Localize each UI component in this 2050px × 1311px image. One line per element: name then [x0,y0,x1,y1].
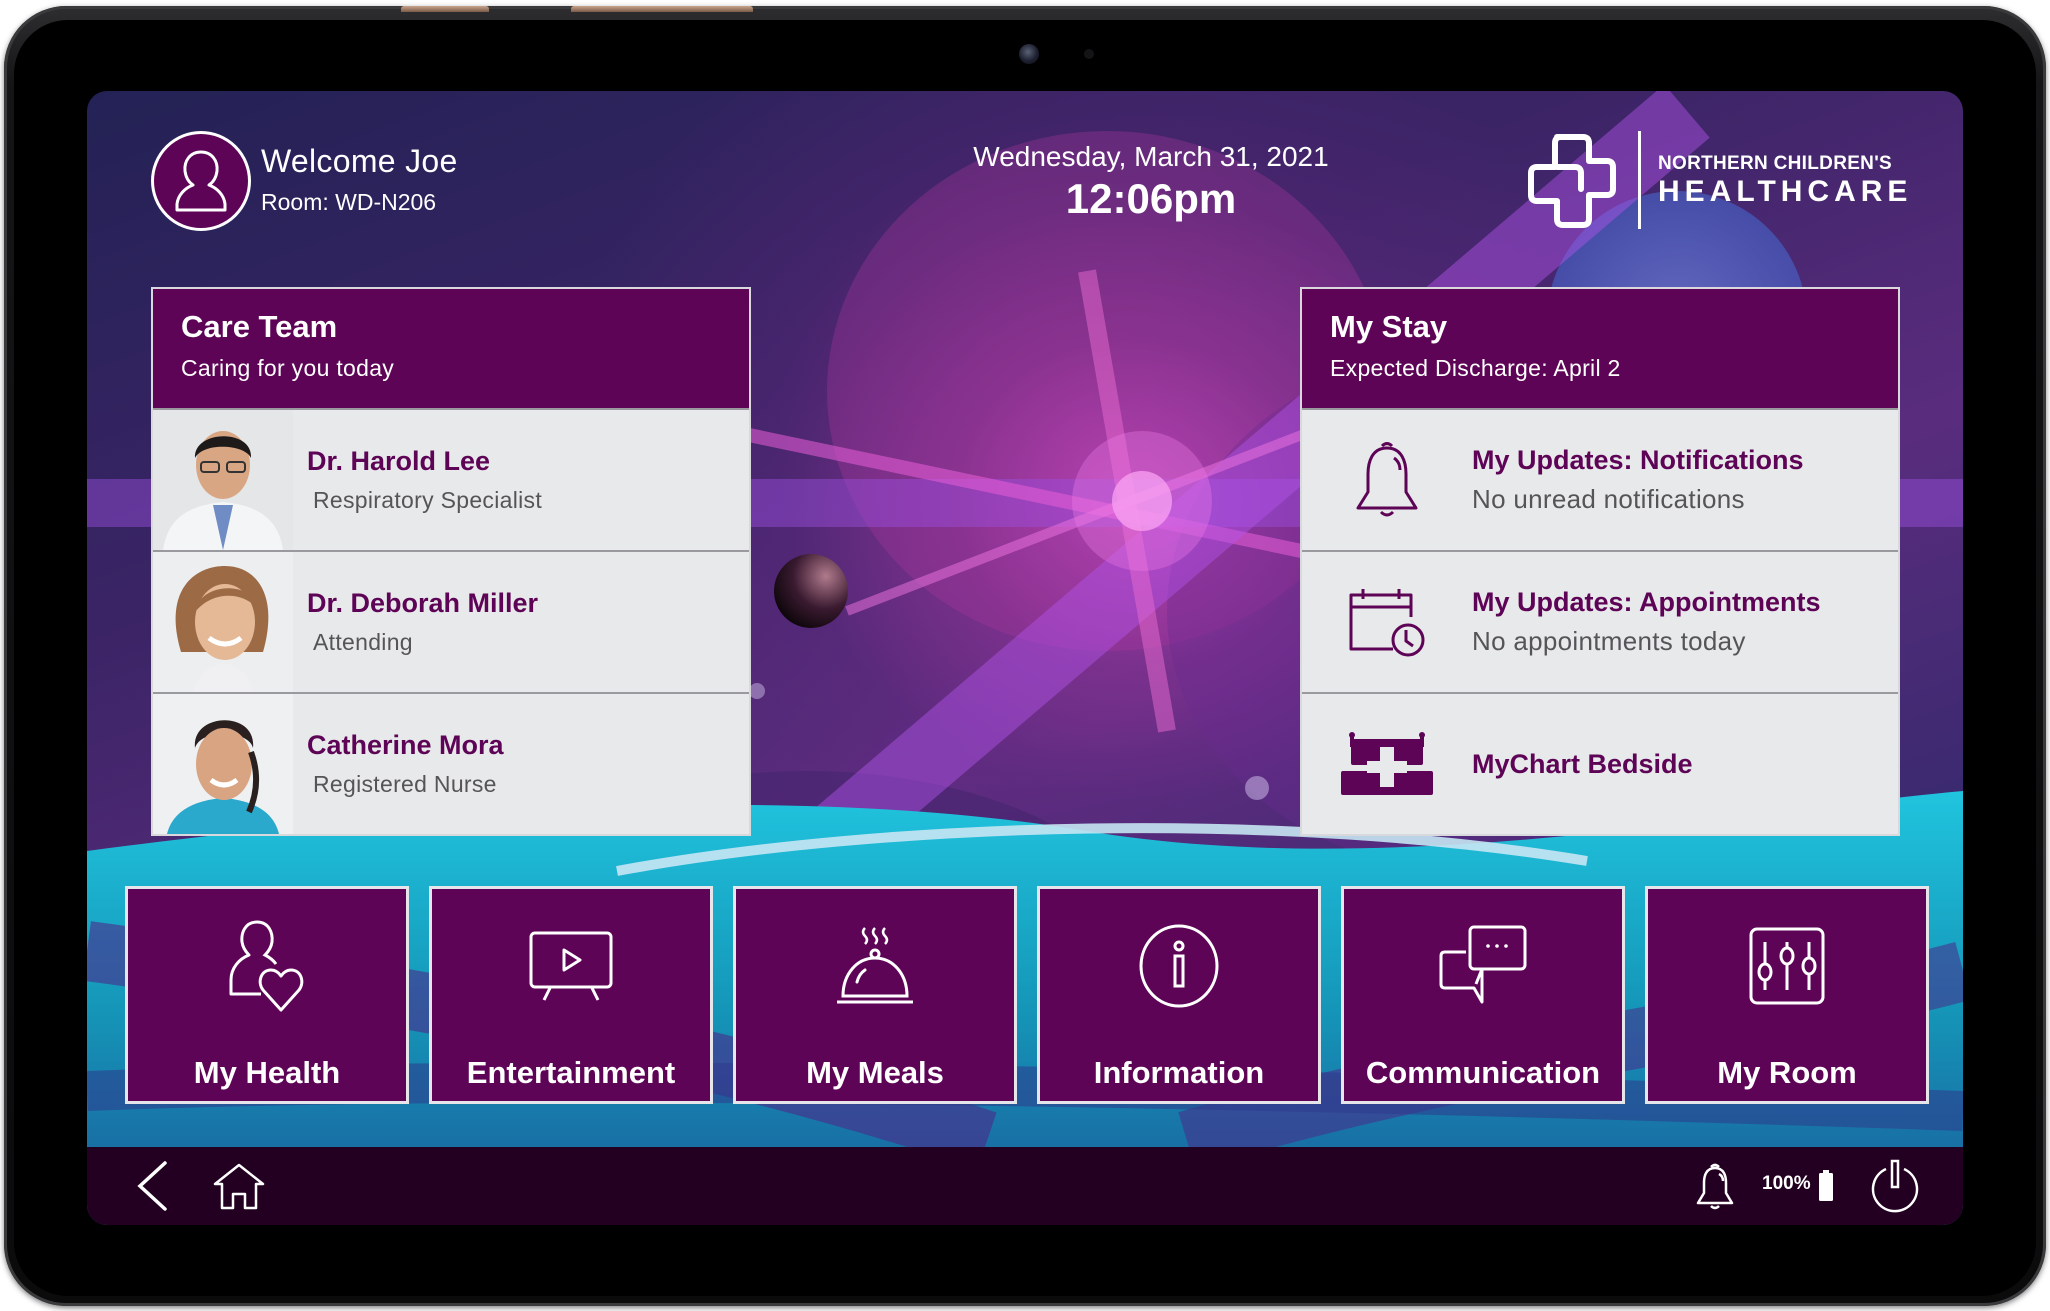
power-button[interactable] [1867,1159,1923,1213]
light-sensor [1084,49,1094,59]
portrait-nurse-icon [153,694,293,834]
member-role: Registered Nurse [313,771,497,797]
logo-divider [1638,131,1641,229]
doctor-photo [153,410,293,550]
person-icon [175,150,227,212]
notifications-status: No unread notifications [1472,484,1745,514]
navigation-bar: 100% [87,1147,1963,1225]
care-team-member[interactable]: Dr. Harold Lee Respiratory Specialist [153,408,749,550]
notifications-title: My Updates: Notifications [1472,445,1804,475]
tile-label: Information [1093,1055,1265,1090]
user-avatar[interactable] [151,131,251,231]
tile-my-health[interactable]: My Health [125,886,409,1104]
hospital-bed-icon [1341,732,1433,795]
bubble [749,683,765,699]
feature-tiles: My Health Entertainment My Meals Informa… [125,886,1930,1106]
mychart-bedside-item[interactable]: MyChart Bedside [1302,692,1898,834]
info-icon [1139,924,1219,1008]
home-icon [213,1163,265,1210]
person-heart-icon [229,920,304,1012]
portrait-female-icon [153,552,293,692]
battery-indicator [1816,1159,1836,1213]
room-number: Room: WD-N206 [261,189,437,215]
care-team-title: Care Team [181,309,338,344]
member-name: Dr. Harold Lee [307,446,491,476]
back-button[interactable] [127,1159,177,1213]
calendar-clock-icon [1349,589,1425,657]
date-time: Wednesday, March 31, 2021 12:06pm [787,91,1487,241]
sliders-icon [1749,927,1825,1005]
portrait-male-icon [153,410,293,550]
hospital-logo: NORTHERN CHILDREN'S HEALTHCARE [1527,131,1927,231]
care-team-header: Care Team Caring for you today [153,289,749,408]
welcome-text: Welcome Joe [261,143,458,179]
discharge-date: Expected Discharge: April 2 [1330,355,1621,381]
hardware-volume-button [401,6,489,12]
tv-play-icon [529,931,613,1001]
planet [774,554,848,628]
appointments-status: No appointments today [1472,626,1746,656]
logo-text-line1: NORTHERN CHILDREN'S [1658,153,1892,174]
battery-icon [1819,1170,1833,1201]
appointments-title: My Updates: Appointments [1472,587,1821,617]
bell-icon [1696,1163,1734,1210]
front-camera [1019,44,1039,64]
tile-communication[interactable]: Communication [1341,886,1625,1104]
nurse-photo [153,694,293,834]
notifications-button[interactable] [1692,1159,1738,1213]
tile-label: My Health [193,1055,341,1090]
tile-label: Entertainment [466,1055,676,1090]
care-team-member[interactable]: Dr. Deborah Miller Attending [153,550,749,692]
mychart-bedside-title: MyChart Bedside [1472,748,1693,779]
tile-my-meals[interactable]: My Meals [733,886,1017,1104]
care-team-panel: Care Team Caring for you today Dr. Harol… [151,287,751,836]
tile-label: Communication [1365,1055,1601,1090]
current-date: Wednesday, March 31, 2021 [973,141,1329,172]
food-cloche-icon [837,927,913,1004]
my-stay-panel: My Stay Expected Discharge: April 2 My U… [1300,287,1900,836]
member-role: Attending [313,629,413,655]
medical-cross-logo-icon [1528,134,1616,228]
doctor-photo [153,552,293,692]
power-icon [1871,1159,1919,1213]
hardware-power-button [571,6,753,12]
logo-text-line2: HEALTHCARE [1658,175,1913,208]
care-team-member[interactable]: Catherine Mora Registered Nurse [153,692,749,834]
bubble [1245,776,1269,800]
battery-level: 100% [1762,1173,1811,1194]
tile-my-room[interactable]: My Room [1645,886,1929,1104]
member-role: Respiratory Specialist [313,487,543,513]
care-team-subtitle: Caring for you today [181,355,395,381]
member-name: Dr. Deborah Miller [307,588,539,618]
current-time: 12:06pm [1065,175,1237,222]
star-flare [1072,431,1212,571]
member-name: Catherine Mora [307,730,504,760]
bell-icon [1356,442,1418,517]
home-button[interactable] [209,1159,269,1213]
chevron-left-icon [137,1161,167,1211]
tile-information[interactable]: Information [1037,886,1321,1104]
screen: Welcome Joe Room: WD-N206 Wednesday, Mar… [87,91,1963,1225]
tile-label: My Room [1717,1055,1857,1090]
notifications-item[interactable]: My Updates: Notifications No unread noti… [1302,408,1898,550]
my-stay-header: My Stay Expected Discharge: April 2 [1302,289,1898,408]
appointments-item[interactable]: My Updates: Appointments No appointments… [1302,550,1898,692]
tile-entertainment[interactable]: Entertainment [429,886,713,1104]
chat-bubbles-icon [1439,925,1527,1004]
my-stay-title: My Stay [1330,309,1448,344]
tile-label: My Meals [806,1055,944,1090]
